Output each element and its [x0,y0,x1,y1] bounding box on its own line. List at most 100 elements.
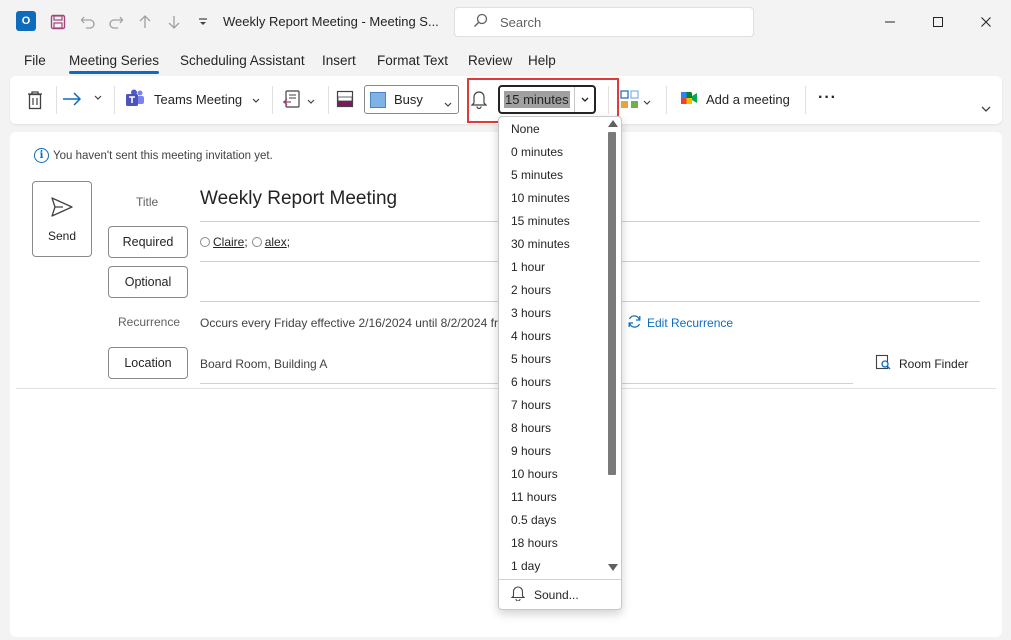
required-attendees-field[interactable]: Claire; alex; [200,235,290,249]
search-input[interactable]: Search [454,7,754,37]
busy-swatch [370,91,386,108]
reminder-option[interactable]: 4 hours [499,325,605,348]
reminder-option[interactable]: 0 minutes [499,141,605,164]
reminder-option[interactable]: None [499,118,605,141]
ribbon-separator [114,86,115,114]
info-icon: i [34,148,49,163]
minimize-icon[interactable] [867,8,913,36]
reminder-option[interactable]: 0.5 days [499,509,605,532]
reminder-select[interactable]: 15 minutes [498,85,596,114]
optional-button[interactable]: Optional [108,266,188,298]
reminder-option[interactable]: 8 hours [499,417,605,440]
sound-option[interactable]: Sound... [510,585,579,604]
scroll-up-icon[interactable] [608,120,618,127]
ribbon-separator [56,86,57,114]
reminder-option[interactable]: 15 minutes [499,210,605,233]
ribbon-separator [608,86,609,114]
arrow-down-icon[interactable] [162,10,186,34]
chevron-down-icon [252,92,260,107]
arrow-up-icon[interactable] [133,10,157,34]
scroll-thumb[interactable] [608,132,616,475]
show-as-select[interactable]: Busy [364,85,459,114]
presence-icon [251,237,262,247]
teams-icon [125,88,145,111]
reminder-value: 15 minutes [504,91,570,108]
attendee-claire[interactable]: Claire; [200,235,248,249]
show-as-icon [336,90,354,108]
reminder-option[interactable]: 30 minutes [499,233,605,256]
scroll-down-icon[interactable] [608,564,618,571]
menu-scheduling-assistant[interactable]: Scheduling Assistant [180,53,305,68]
maximize-icon[interactable] [915,8,961,36]
reminder-option[interactable]: 1 hour [499,256,605,279]
recurrence-label: Recurrence [118,315,181,329]
ribbon-separator [328,86,329,114]
title-input[interactable]: Weekly Report Meeting [200,188,397,210]
menu-insert[interactable]: Insert [322,53,356,68]
forward-dropdown-icon[interactable] [94,95,102,101]
reminder-option[interactable]: 1 day [499,555,605,578]
ribbon-expand-icon[interactable] [981,106,991,113]
title-label: Title [136,195,159,209]
chevron-down-icon [444,96,452,111]
reminder-option[interactable]: 2 hours [499,279,605,302]
add-a-meeting-button[interactable]: Add a meeting [680,90,790,109]
chevron-down-icon[interactable] [574,87,594,112]
info-text: You haven't sent this meeting invitation… [53,149,273,162]
title-bar: O Weekly Report Meeting - Meeting S... S… [0,0,1011,44]
location-input[interactable]: Board Room, Building A [200,357,327,371]
undo-icon[interactable] [76,10,100,34]
location-button[interactable]: Location [108,347,188,379]
menu-file[interactable]: File [24,53,46,68]
close-icon[interactable] [963,8,1009,36]
room-finder-button[interactable]: Room Finder [875,354,968,373]
reminder-dropdown: None 0 minutes 5 minutes 10 minutes 15 minut… [498,116,622,610]
menu-bar: File Meeting Series Scheduling Assistant… [0,48,1011,74]
reminder-option[interactable]: 10 hours [499,463,605,486]
reminder-option[interactable]: 9 hours [499,440,605,463]
categorize-button[interactable] [620,90,651,113]
save-icon[interactable] [46,10,70,34]
ribbon-separator [272,86,273,114]
recurrence-text: Occurs every Friday effective 2/16/2024 … [200,316,505,330]
send-label: Send [47,228,77,243]
reminder-option[interactable]: 6 hours [499,371,605,394]
attendee-alex[interactable]: alex; [251,235,290,249]
menu-meeting-series[interactable]: Meeting Series [69,53,160,74]
reminder-bell-icon [471,89,487,109]
chevron-down-icon [643,94,651,109]
ribbon-separator [805,86,806,114]
send-button[interactable]: Send [32,181,92,257]
add-a-meeting-label: Add a meeting [706,92,790,107]
reminder-option[interactable]: 3 hours [499,302,605,325]
menu-help[interactable]: Help [528,53,556,68]
recurrence-icon [627,314,642,332]
info-bar: i You haven't sent this meeting invitati… [34,148,273,163]
reminder-option[interactable]: 10 minutes [499,187,605,210]
customize-icon[interactable] [191,10,215,34]
outlook-icon: O [16,11,36,31]
reminder-option[interactable]: 11 hours [499,486,605,509]
reminder-option[interactable]: 7 hours [499,394,605,417]
optional-attendees-field[interactable] [200,270,500,296]
reminder-option[interactable]: 18 hours [499,532,605,555]
search-placeholder: Search [500,14,542,30]
redo-icon[interactable] [104,10,128,34]
dropdown-separator [499,579,621,580]
teams-meeting-button[interactable]: Teams Meeting [125,88,260,111]
attendee-name: Claire [213,235,245,249]
menu-review[interactable]: Review [468,53,512,68]
delete-icon[interactable] [26,90,44,110]
dropdown-scrollbar[interactable] [606,118,620,578]
show-as-value: Busy [394,92,423,107]
categorize-icon [620,90,640,113]
required-button[interactable]: Required [108,226,188,258]
reminder-option[interactable]: 5 hours [499,348,605,371]
menu-format-text[interactable]: Format Text [377,53,448,68]
response-options-button[interactable] [282,89,315,112]
send-icon [50,196,74,221]
edit-recurrence-link[interactable]: Edit Recurrence [627,314,733,332]
reminder-option[interactable]: 5 minutes [499,164,605,187]
more-options-button[interactable]: ··· [818,89,837,107]
forward-icon[interactable] [62,90,82,108]
